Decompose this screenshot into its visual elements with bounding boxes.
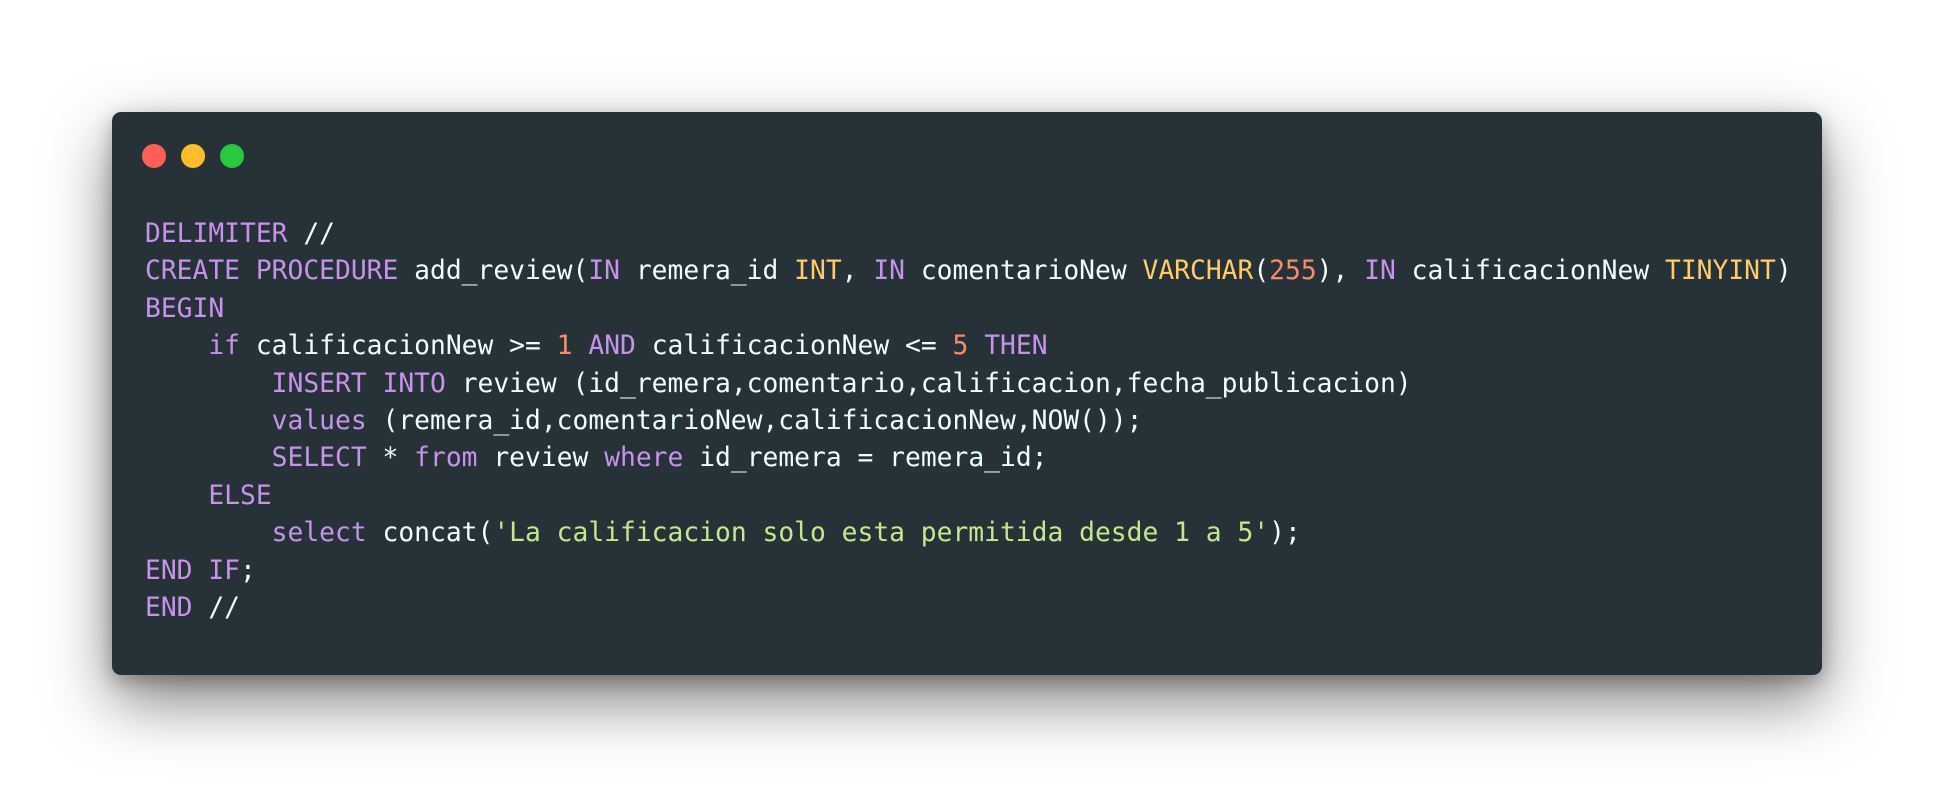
code-token-keyword: from xyxy=(414,443,478,474)
code-token-number: 255 xyxy=(1269,256,1317,287)
code-block: DELIMITER //CREATE PROCEDURE add_review(… xyxy=(145,216,1792,627)
code-token-plain: concat( xyxy=(366,518,494,549)
code-window: DELIMITER //CREATE PROCEDURE add_review(… xyxy=(112,112,1822,675)
code-token-keyword: IF xyxy=(208,555,241,586)
code-line: INSERT INTO review (id_remera,comentario… xyxy=(145,366,1792,403)
code-token-plain: remera_id xyxy=(620,256,795,287)
code-token-plain: // xyxy=(192,592,240,623)
code-token-keyword: IN xyxy=(1364,256,1396,287)
code-token-keyword: END xyxy=(145,555,193,586)
code-token-keyword: INSERT xyxy=(271,368,367,399)
code-line: END IF; xyxy=(145,553,1792,590)
code-line: select concat('La calificacion solo esta… xyxy=(145,515,1792,552)
code-token-keyword: ELSE xyxy=(208,480,272,511)
minimize-dot-icon[interactable] xyxy=(181,144,205,168)
code-token-keyword: IN xyxy=(873,256,906,287)
close-dot-icon[interactable] xyxy=(142,144,166,168)
code-token-plain: review xyxy=(477,443,605,474)
code-line: values (remera_id,comentarioNew,califica… xyxy=(145,403,1792,440)
code-line: CREATE PROCEDURE add_review(IN remera_id… xyxy=(145,253,1792,290)
code-token-plain: ( xyxy=(1253,256,1270,287)
code-token-plain: calificacionNew >= xyxy=(240,331,557,362)
code-token-keyword: DELIMITER xyxy=(145,219,288,249)
code-token-plain: (remera_id,comentarioNew,calificacionNew… xyxy=(366,405,1143,436)
code-token-plain: id_remera = remera_id; xyxy=(683,443,1048,474)
window-controls xyxy=(142,144,244,168)
code-line: DELIMITER // xyxy=(145,216,1792,253)
code-token-keyword: select xyxy=(271,518,367,549)
code-line: SELECT * from review where id_remera = r… xyxy=(145,440,1792,477)
code-token-keyword: PROCEDURE xyxy=(255,256,399,287)
code-token-string: 'La calificacion solo esta permitida des… xyxy=(493,518,1270,549)
code-token-plain: ; xyxy=(240,555,256,586)
code-line: END // xyxy=(145,590,1792,627)
code-token-keyword: SELECT xyxy=(271,443,367,474)
code-token-type: VARCHAR xyxy=(1142,256,1254,287)
code-token-keyword: CREATE xyxy=(145,256,240,287)
code-token-keyword: THEN xyxy=(984,331,1048,362)
code-token-plain: add_review( xyxy=(398,256,589,287)
code-token-keyword: values xyxy=(271,405,367,436)
code-token-keyword: IN xyxy=(588,256,621,287)
code-line: BEGIN xyxy=(145,291,1792,328)
code-token-plain: ), xyxy=(1316,256,1365,287)
code-token-keyword: INTO xyxy=(382,368,446,399)
code-token-plain: ); xyxy=(1269,518,1301,549)
code-token-keyword: where xyxy=(604,443,684,474)
code-line: if calificacionNew >= 1 AND calificacion… xyxy=(145,328,1792,365)
code-token-keyword: END xyxy=(145,592,193,623)
code-token-number: 1 xyxy=(556,331,573,362)
code-token-plain: , xyxy=(841,256,874,287)
code-token-plain: calificacionNew xyxy=(1395,256,1665,287)
code-token-plain: comentarioNew xyxy=(905,256,1143,287)
code-token-keyword: if xyxy=(208,331,241,362)
code-token-plain: ) xyxy=(1775,256,1792,287)
code-token-number: 5 xyxy=(952,331,969,362)
code-line: ELSE xyxy=(145,478,1792,515)
code-token-type: TINYINT xyxy=(1665,256,1776,287)
code-token-plain: // xyxy=(287,219,335,249)
code-token-plain: * xyxy=(366,443,415,474)
code-token-keyword: AND xyxy=(588,331,636,362)
code-token-type: INT xyxy=(794,256,842,287)
maximize-dot-icon[interactable] xyxy=(220,144,244,168)
code-token-keyword: BEGIN xyxy=(145,293,225,324)
code-token-plain: review (id_remera,comentario,calificacio… xyxy=(445,368,1412,399)
code-token-plain: calificacionNew <= xyxy=(635,331,953,362)
